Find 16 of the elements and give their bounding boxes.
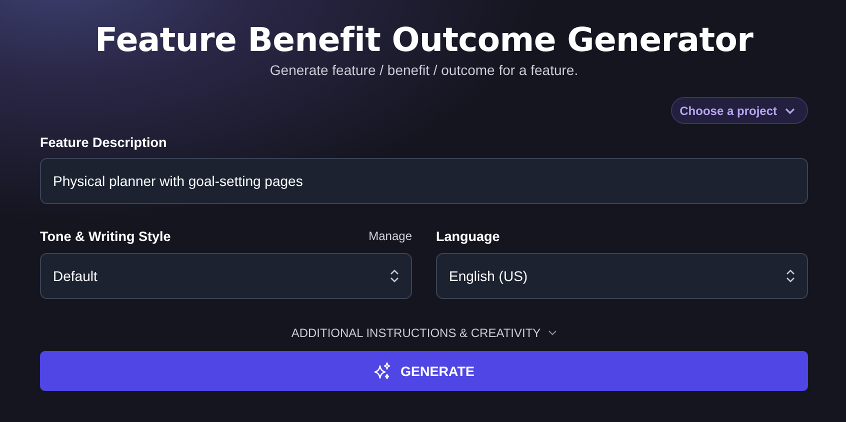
chevron-down-icon: [785, 108, 795, 114]
field-label: Tone & Writing Style: [40, 228, 171, 244]
project-dropdown[interactable]: Choose a project: [670, 97, 808, 124]
language-select[interactable]: English (US): [436, 253, 808, 299]
page-title: Feature Benefit Outcome Generator: [94, 20, 754, 60]
feature-description-field[interactable]: Physical planner with goal-setting pages: [40, 158, 808, 204]
field-label: Language: [436, 228, 500, 244]
generate-button[interactable]: GENERATE: [40, 351, 808, 391]
up-down-chevron-icon: [390, 269, 399, 283]
tone-select[interactable]: Default: [40, 253, 412, 299]
additional-instructions-toggle[interactable]: ADDITIONAL INSTRUCTIONS & CREATIVITY: [291, 326, 557, 340]
field-label: Feature Description: [40, 135, 168, 150]
up-down-chevron-icon: [786, 269, 795, 283]
sparkles-icon: [373, 362, 392, 380]
manage-link[interactable]: Manage: [368, 229, 412, 243]
page-subtitle: Generate feature / benefit / outcome for a feature.: [268, 61, 580, 79]
